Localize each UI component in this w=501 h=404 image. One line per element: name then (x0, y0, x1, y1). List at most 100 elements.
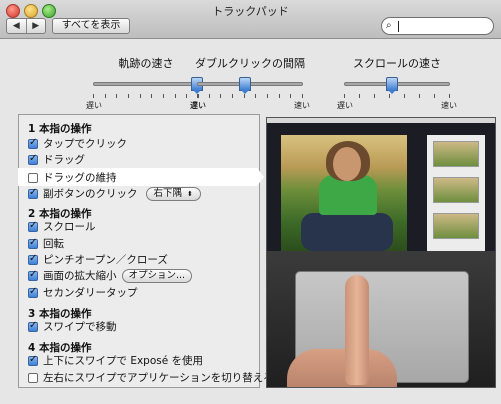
checkbox-label: 回転 (43, 238, 64, 250)
secondary-click-position-popup[interactable]: 右下隅 ⬍ (145, 186, 201, 201)
slider-thumb[interactable] (238, 77, 251, 94)
checkbox-checked[interactable] (28, 253, 38, 265)
slider-min-label: 遅い (190, 101, 206, 110)
checkbox-row-swipe-navigate[interactable]: スワイプで移動 (28, 319, 117, 334)
preview-thumbnail (433, 177, 479, 203)
checkbox-row-rotate[interactable]: 回転 (28, 236, 64, 251)
slider-tick (197, 94, 198, 98)
checkbox-label: ピンチオープン／クローズ (43, 254, 168, 266)
checkbox-label: 副ボタンのクリック (43, 188, 138, 200)
slider-tick (389, 94, 390, 98)
show-all-button[interactable]: すべてを表示 (52, 18, 130, 34)
slider-tick (344, 94, 345, 98)
gesture-preview-video (266, 117, 496, 388)
slider-tick (208, 94, 210, 98)
slider-min-label: 遅い (86, 101, 102, 110)
slider-thumb[interactable] (385, 77, 398, 94)
checkbox-unchecked[interactable] (28, 372, 38, 383)
slider-max-label: 速い (294, 101, 310, 110)
preview-hand (287, 349, 397, 387)
checkbox-checked[interactable] (28, 286, 38, 298)
forward-button[interactable]: ▶ (27, 19, 46, 33)
checkbox-label: 上下にスワイプで Exposé を使用 (43, 355, 204, 367)
slider-tick (449, 94, 450, 98)
checkbox-row-secondary-click[interactable]: 副ボタンのクリック 右下隅 ⬍ (28, 186, 201, 201)
preview-thumbnail-strip (427, 135, 485, 251)
search-icon: ⌕ (386, 20, 392, 31)
slider-tick (93, 94, 94, 98)
popup-arrows-icon: ⬍ (187, 189, 193, 198)
checkbox-row-secondary-tap[interactable]: セカンダリータップ (28, 285, 138, 300)
slider-tick (267, 94, 268, 98)
slider-ticks (93, 94, 199, 98)
text-cursor (398, 21, 399, 32)
checkbox-unchecked[interactable] (28, 172, 38, 183)
slider-ticks (344, 94, 450, 98)
slider-tick (232, 94, 233, 98)
slider-title: スクロールの速さ (353, 57, 441, 70)
slider-tick (174, 94, 176, 98)
slider-tick (419, 94, 420, 98)
trackpad-preferences-window: トラックパッド ◀ ▶ すべてを表示 ⌕ 軌跡の速さ 遅い 速い ダブルクリック… (0, 0, 501, 404)
checkbox-checked[interactable] (28, 220, 38, 232)
checkbox-checked[interactable] (28, 137, 38, 149)
search-field[interactable]: ⌕ (381, 17, 494, 35)
slider-tick (104, 94, 106, 98)
preview-screen (267, 118, 495, 251)
slider-tick (278, 94, 280, 98)
photo-person-face (333, 147, 361, 181)
checkbox-checked[interactable] (28, 269, 38, 281)
checkbox-checked[interactable] (28, 237, 38, 249)
slider-tick (404, 94, 405, 98)
slider-tick (243, 94, 245, 98)
slider-title: 軌跡の速さ (118, 57, 174, 70)
title-bar: トラックパッド ◀ ▶ すべてを表示 ⌕ (0, 0, 501, 39)
slider-tick (128, 94, 129, 98)
checkbox-row-drag-lock[interactable]: ドラッグの維持 (28, 170, 117, 185)
checkbox-row-scroll[interactable]: スクロール (28, 219, 96, 234)
preview-thumbnail (433, 141, 479, 167)
preview-finger (345, 275, 369, 385)
preview-menubar (267, 118, 495, 123)
slider-track[interactable] (93, 82, 199, 86)
slider-ticks (197, 94, 303, 98)
checkbox-row-tap-to-click[interactable]: タップでクリック (28, 136, 127, 151)
slider-min-label: 遅い (337, 101, 353, 110)
slider-tick (290, 94, 292, 98)
checkbox-label: スワイプで移動 (43, 321, 117, 333)
selected-row-pointer (257, 168, 264, 186)
slider-title: ダブルクリックの間隔 (195, 57, 305, 70)
preview-photo (281, 135, 407, 251)
options-button[interactable]: オプション... (121, 268, 193, 283)
photo-person-legs (301, 213, 393, 251)
slider-tick (139, 94, 141, 98)
slider-tick (255, 94, 257, 98)
slider-tick (434, 94, 435, 98)
slider-tick (151, 94, 153, 98)
checkbox-checked[interactable] (28, 153, 38, 165)
checkbox-label: ドラッグの維持 (43, 172, 117, 184)
checkbox-row-expose[interactable]: 上下にスワイプで Exposé を使用 (28, 353, 203, 368)
checkbox-checked[interactable] (28, 187, 38, 199)
checkbox-label: セカンダリータップ (43, 287, 138, 299)
checkbox-checked[interactable] (28, 320, 38, 332)
checkbox-label: 画面の拡大縮小 (43, 270, 117, 282)
checkbox-row-pinch[interactable]: ピンチオープン／クローズ (28, 252, 168, 267)
slider-tick (374, 94, 375, 98)
slider-tick (302, 94, 303, 98)
checkbox-checked[interactable] (28, 354, 38, 366)
preview-trackpad-area (267, 251, 495, 387)
checkbox-row-dragging[interactable]: ドラッグ (28, 152, 85, 167)
preview-thumbnail (433, 213, 479, 239)
checkbox-label: タップでクリック (43, 138, 127, 150)
slider-tick (359, 94, 360, 98)
navigation-segment: ◀ ▶ (6, 18, 46, 34)
checkbox-label: 左右にスワイプでアプリケーションを切り替える (43, 372, 274, 384)
slider-tick (186, 94, 188, 98)
checkbox-row-app-switch[interactable]: 左右にスワイプでアプリケーションを切り替える (28, 370, 273, 385)
checkbox-row-screen-zoom[interactable]: 画面の拡大縮小オプション... (28, 268, 193, 283)
slider-max-label: 速い (441, 101, 457, 110)
photo-person-body (319, 175, 377, 215)
back-button[interactable]: ◀ (7, 19, 27, 33)
popup-value: 右下隅 (153, 187, 183, 199)
